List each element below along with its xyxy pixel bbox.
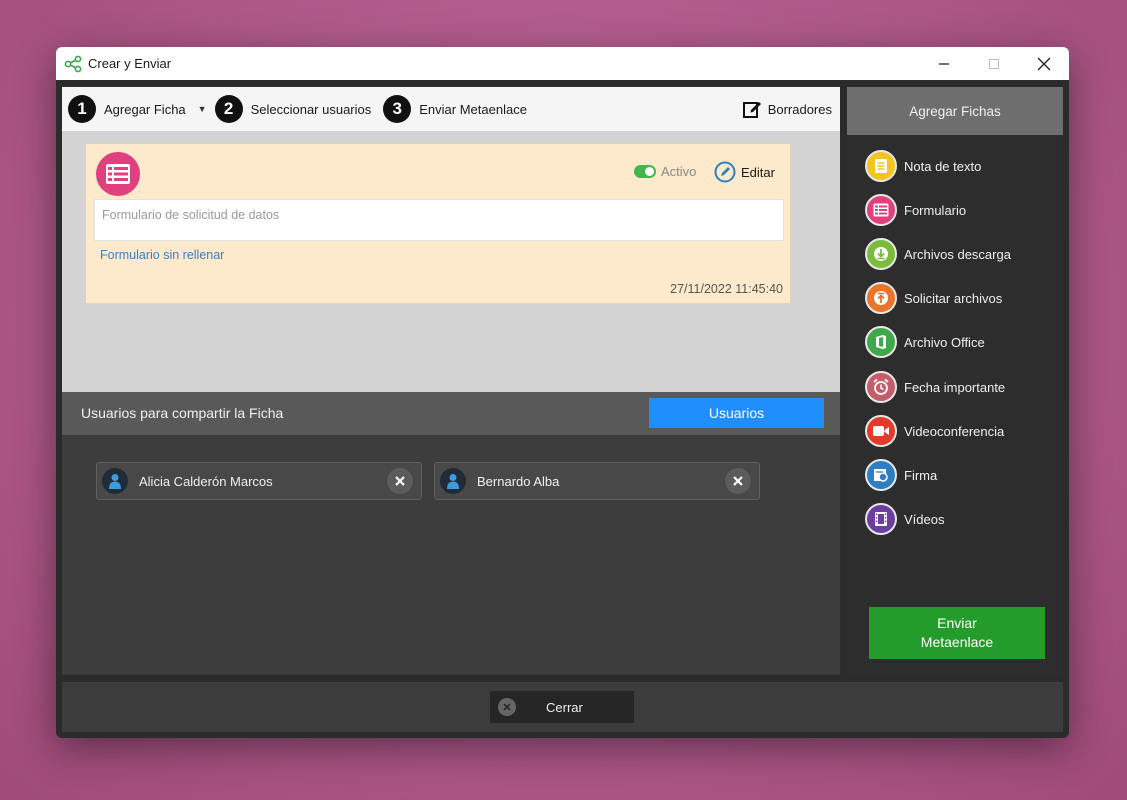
card-type-videos[interactable]: Vídeos [865, 502, 944, 536]
user-name: Bernardo Alba [477, 473, 560, 489]
alarm-clock-icon [865, 371, 897, 403]
step-label: Agregar Ficha [104, 101, 186, 117]
card-type-signature[interactable]: Firma [865, 458, 937, 492]
maximize-button[interactable] [969, 47, 1019, 80]
form-status-link[interactable]: Formulario sin rellenar [100, 248, 224, 262]
card-type-label: Fecha importante [904, 379, 1006, 395]
card-title-field[interactable]: Formulario de solicitud de datos [94, 199, 784, 241]
title-bar: Crear y Enviar [56, 47, 1069, 80]
form-card[interactable]: Activo Editar Formulario de solicitud de… [85, 143, 791, 304]
step-label: Seleccionar usuarios [250, 101, 372, 117]
user-avatar-icon [102, 468, 128, 494]
user-avatar-icon [440, 468, 466, 494]
edit-button[interactable]: Editar [714, 161, 775, 183]
form-list-icon [96, 152, 140, 196]
card-type-label: Solicitar archivos [904, 290, 1003, 306]
close-button[interactable]: Cerrar [490, 691, 634, 723]
close-label: Cerrar [546, 699, 583, 715]
card-type-videoconference[interactable]: Videoconferencia [865, 414, 1004, 448]
selected-users-area: Alicia Calderón Marcos Bernardo Alba [62, 435, 840, 675]
edit-square-icon [742, 102, 761, 118]
card-type-form[interactable]: Formulario [865, 193, 966, 227]
drafts-label: Borradores [767, 101, 832, 117]
card-types-panel: Agregar Fichas Nota de texto Formulario … [847, 87, 1063, 675]
close-icon [498, 698, 516, 716]
step-add-card[interactable]: 1 Agregar Ficha ▼ [68, 95, 207, 123]
step-label: Enviar Metaenlace [419, 101, 527, 117]
dialog-window: Crear y Enviar 1 Agregar Ficha ▼ 2 Selec… [56, 47, 1069, 738]
steps-toolbar: 1 Agregar Ficha ▼ 2 Seleccionar usuarios… [62, 87, 840, 131]
window-title: Crear y Enviar [88, 56, 172, 71]
step-number: 2 [214, 95, 243, 123]
chevron-down-icon[interactable]: ▼ [198, 104, 207, 114]
card-type-label: Archivo Office [904, 334, 985, 350]
toggle-switch[interactable] [634, 165, 656, 178]
users-header-bar: Usuarios para compartir la Ficha Usuario… [62, 392, 840, 435]
close-window-button[interactable] [1019, 47, 1069, 80]
card-timestamp: 27/11/2022 11:45:40 [670, 282, 783, 296]
office-icon [865, 326, 897, 358]
form-list-icon [865, 194, 897, 226]
send-metalink-button[interactable]: Enviar Metaenlace [869, 607, 1045, 659]
card-type-label: Firma [904, 467, 938, 483]
card-type-text-note[interactable]: Nota de texto [865, 149, 981, 183]
card-type-label: Nota de texto [904, 158, 982, 174]
panel-header: Agregar Fichas [847, 87, 1063, 135]
user-chip: Bernardo Alba [434, 462, 760, 500]
pencil-icon [714, 161, 736, 183]
remove-user-button[interactable] [387, 468, 413, 494]
film-icon [865, 503, 897, 535]
card-type-label: Archivos descarga [904, 246, 1011, 262]
dialog-footer: Cerrar [62, 682, 1063, 732]
user-name: Alicia Calderón Marcos [139, 473, 273, 489]
upload-icon [865, 282, 897, 314]
drafts-button[interactable]: Borradores [742, 87, 832, 131]
cards-area: Activo Editar Formulario de solicitud de… [62, 131, 840, 392]
users-section-label: Usuarios para compartir la Ficha [81, 405, 284, 421]
card-type-request-files[interactable]: Solicitar archivos [865, 281, 1002, 315]
text-note-icon [865, 150, 897, 182]
card-type-important-date[interactable]: Fecha importante [865, 370, 1005, 404]
step-number: 3 [383, 95, 412, 123]
card-type-downloads[interactable]: Archivos descarga [865, 237, 1011, 271]
card-type-label: Formulario [904, 202, 967, 218]
share-icon [64, 55, 82, 73]
user-chip: Alicia Calderón Marcos [96, 462, 422, 500]
card-type-label: Videoconferencia [904, 423, 1005, 439]
video-camera-icon [865, 415, 897, 447]
status-label: Activo [661, 164, 697, 179]
step-select-users[interactable]: 2 Seleccionar usuarios [214, 95, 372, 123]
remove-user-button[interactable] [725, 468, 751, 494]
active-toggle[interactable]: Activo [634, 164, 696, 179]
card-type-office-file[interactable]: Archivo Office [865, 325, 985, 359]
edit-label: Editar [741, 164, 775, 180]
download-icon [865, 238, 897, 270]
users-button[interactable]: Usuarios [649, 398, 824, 428]
step-number: 1 [68, 95, 96, 123]
signature-icon [865, 459, 897, 491]
card-type-label: Vídeos [904, 511, 945, 527]
step-send-metalink[interactable]: 3 Enviar Metaenlace [383, 95, 527, 123]
minimize-button[interactable] [919, 47, 969, 80]
